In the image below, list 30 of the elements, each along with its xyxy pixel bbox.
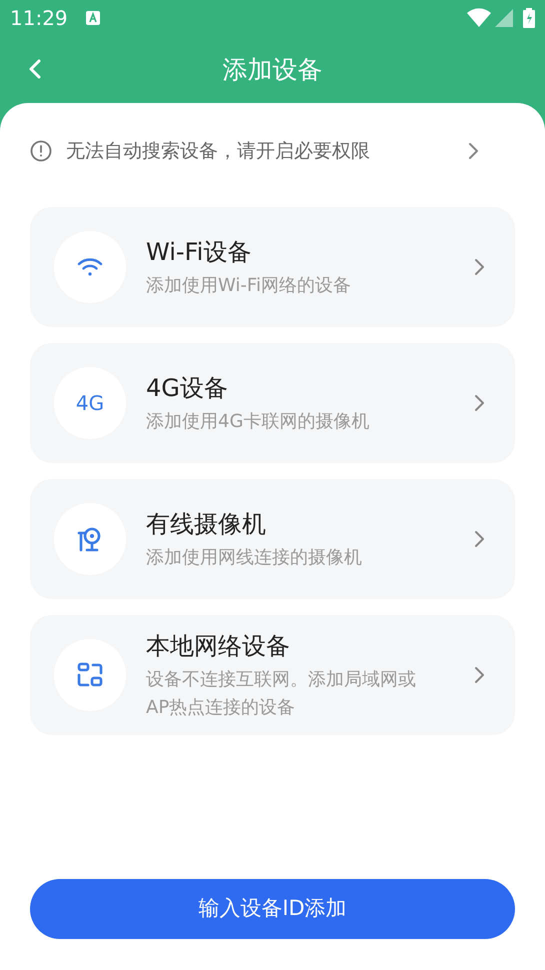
device-type-title: 本地网络设备	[146, 631, 291, 662]
device-type-description: 添加使用Wi-Fi网络的设备	[146, 274, 352, 298]
device-type-card[interactable]: 4G 4G设备 添加使用4G卡联网的摄像机	[30, 343, 515, 463]
device-type-card[interactable]: Wi-Fi设备 添加使用Wi-Fi网络的设备	[30, 207, 515, 327]
wifi-signal-icon	[467, 8, 491, 28]
chevron-right-icon	[473, 257, 485, 277]
scan-frame-icon	[77, 662, 103, 688]
device-type-title: 有线摄像机	[146, 509, 267, 540]
chevron-right-icon	[473, 665, 485, 685]
chevron-right-icon	[467, 141, 479, 161]
network-label: 4G	[76, 390, 104, 417]
notice-text: 无法自动搜索设备，请开启必要权限	[66, 138, 371, 164]
enter-device-id-button[interactable]: 输入设备ID添加	[30, 879, 515, 939]
keyboard-notification-icon	[86, 11, 100, 25]
device-type-card[interactable]: 本地网络设备 设备不连接互联网。添加局域网或AP热点连接的设备	[30, 615, 515, 735]
page-title: 添加设备	[222, 54, 322, 86]
device-type-description: 添加使用网线连接的摄像机	[146, 546, 363, 570]
cell-signal-icon	[495, 9, 513, 27]
chevron-right-icon	[473, 393, 485, 413]
status-time: 11:29	[10, 5, 68, 32]
battery-icon	[523, 8, 535, 28]
alert-icon	[30, 140, 52, 162]
device-type-title: Wi-Fi设备	[146, 237, 252, 268]
permission-notice[interactable]: 无法自动搜索设备，请开启必要权限	[30, 103, 515, 199]
wifi-icon	[77, 256, 103, 278]
chevron-right-icon	[473, 529, 485, 549]
device-type-description: 设备不连接互联网。添加局域网或AP热点连接的设备	[146, 668, 417, 720]
device-type-title: 4G设备	[146, 373, 229, 404]
device-type-card[interactable]: 有线摄像机 添加使用网线连接的摄像机	[30, 479, 515, 599]
device-type-description: 添加使用4G卡联网的摄像机	[146, 410, 370, 434]
